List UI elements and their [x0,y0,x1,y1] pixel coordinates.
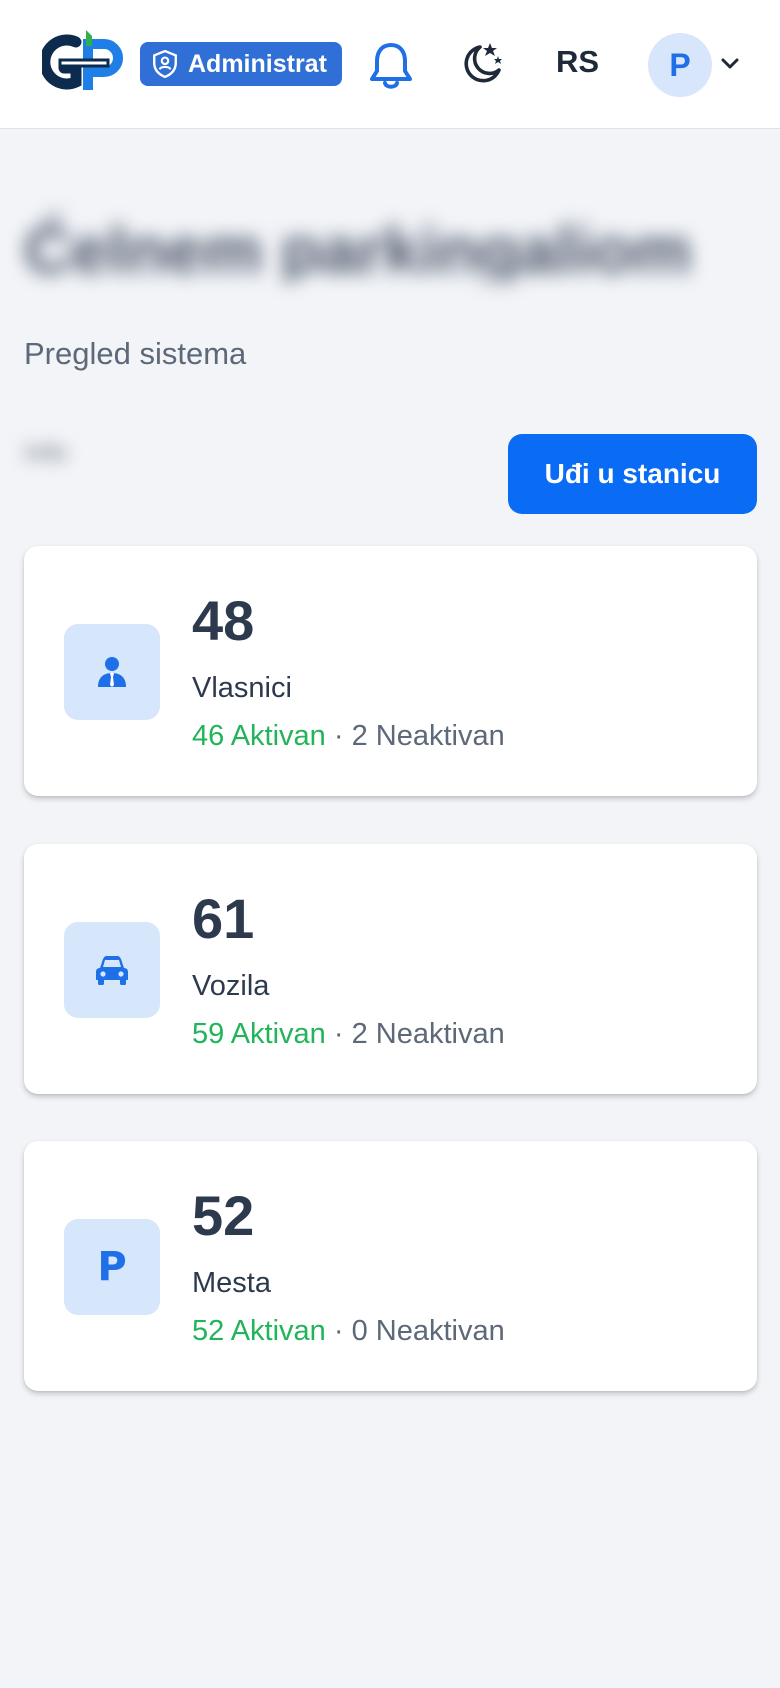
card-icon-box [64,922,160,1018]
stat-card-spots[interactable]: P 52 Mesta 52 Aktivan · 0 Neaktivan [24,1141,757,1391]
top-bar: Administrat RS P [0,0,780,129]
card-icon-box [64,624,160,720]
stat-value: 52 [192,1184,255,1247]
dark-mode-moon-icon[interactable] [460,40,506,86]
blurred-meta-text: Info [24,437,68,467]
stat-breakdown: 46 Aktivan · 2 Neaktivan [192,720,505,753]
separator-dot: · [325,1018,352,1050]
active-count: 59 Aktivan [192,1018,326,1050]
notifications-bell-icon[interactable] [368,40,414,90]
stat-breakdown: 52 Aktivan · 0 Neaktivan [192,1315,505,1348]
avatar-initial: P [669,46,691,83]
chevron-down-icon[interactable] [718,54,742,74]
language-switcher[interactable]: RS [556,44,599,80]
parking-icon: P [97,1244,127,1290]
page-subtitle: Pregled sistema [24,336,247,371]
inactive-count: 2 Neaktivan [351,720,505,752]
stat-value: 48 [192,589,255,652]
car-icon [96,956,128,985]
stat-label: Vlasnici [192,672,292,704]
admin-role-badge[interactable]: Administrat [140,42,342,86]
inactive-count: 0 Neaktivan [351,1315,505,1347]
stat-breakdown: 59 Aktivan · 2 Neaktivan [192,1018,505,1051]
stat-label: Mesta [192,1267,271,1299]
shield-icon [153,50,177,78]
inactive-count: 2 Neaktivan [351,1018,505,1050]
active-count: 52 Aktivan [192,1315,326,1347]
app-logo[interactable] [39,30,132,96]
role-badge-label: Administrat [188,49,327,78]
enter-station-button[interactable]: Uđi u stanicu [508,434,757,514]
page-title: Ćelnem parkingaliom [24,213,692,282]
separator-dot: · [325,720,352,752]
stat-card-vehicles[interactable]: 61 Vozila 59 Aktivan · 2 Neaktivan [24,844,757,1094]
user-avatar[interactable]: P [648,33,712,97]
active-count: 46 Aktivan [192,720,326,752]
person-icon [98,657,126,687]
stat-card-owners[interactable]: 48 Vlasnici 46 Aktivan · 2 Neaktivan [24,546,757,796]
stat-label: Vozila [192,970,270,1002]
blurred-meta: Info [24,432,114,512]
separator-dot: · [325,1315,352,1347]
stat-value: 61 [192,887,255,950]
card-icon-box: P [64,1219,160,1315]
